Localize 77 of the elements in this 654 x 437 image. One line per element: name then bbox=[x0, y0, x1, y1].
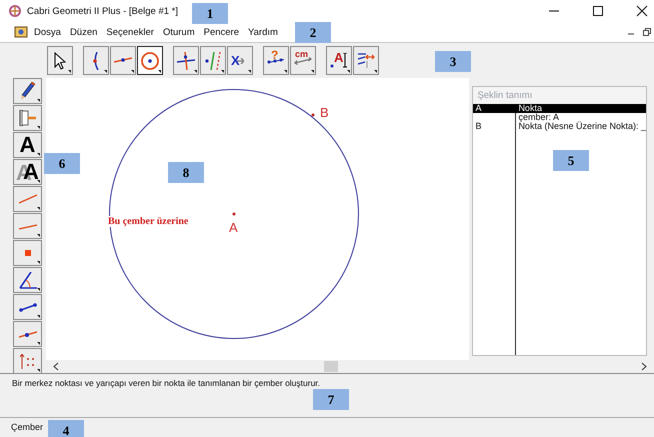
text-cursor-icon bbox=[330, 53, 348, 68]
object-description: Nokta bbox=[517, 104, 542, 113]
perpendicular-icon bbox=[177, 52, 195, 70]
line-icon bbox=[18, 194, 36, 204]
canvas-text: Bu çember üzerine bbox=[108, 216, 188, 227]
callout-label: 1 bbox=[192, 3, 228, 24]
tool-button[interactable]: A bbox=[326, 46, 352, 75]
tool-button[interactable] bbox=[13, 78, 42, 104]
tool-button[interactable] bbox=[173, 46, 199, 75]
description-row[interactable]: B Nokta (Nesne Üzerine Nokta): _ bbox=[473, 122, 646, 131]
object-description: çember: A bbox=[517, 113, 559, 122]
tool-glyph: X bbox=[231, 53, 240, 68]
status-text: Çember bbox=[11, 422, 44, 432]
tool-button[interactable] bbox=[47, 46, 73, 75]
panel-title: Şeklin tanımı bbox=[473, 87, 646, 104]
window-title: Cabri Geometri II Plus - [Belge #1 *] bbox=[27, 6, 178, 16]
callout-label: 7 bbox=[313, 389, 349, 410]
tool-glyph: A bbox=[22, 161, 39, 183]
tool-button[interactable]: A bbox=[13, 132, 42, 158]
square-icon bbox=[24, 250, 30, 256]
pencil-icon bbox=[20, 82, 34, 100]
menu-item[interactable]: Dosya bbox=[34, 26, 61, 38]
description-row[interactable]: A Nokta bbox=[473, 104, 646, 113]
grid-icon bbox=[20, 354, 35, 368]
line-point-icon bbox=[18, 330, 36, 338]
arrow-icon bbox=[54, 52, 66, 70]
tool-glyph: A bbox=[334, 50, 344, 65]
callout-label: 3 bbox=[435, 51, 471, 72]
scrollbar-thumb[interactable] bbox=[324, 361, 338, 372]
help-text: Bir merkez noktası ve yarıçapı veren bir nokta ile tanımlanan bir çember oluşturur. bbox=[12, 378, 320, 388]
object-name: A bbox=[474, 104, 482, 113]
tool-glyph: cm bbox=[295, 49, 308, 59]
tool-button[interactable] bbox=[353, 46, 379, 75]
menu-item[interactable]: Oturum bbox=[162, 26, 195, 38]
point[interactable] bbox=[232, 212, 236, 216]
point[interactable] bbox=[312, 114, 314, 116]
restore-icon[interactable] bbox=[642, 27, 652, 37]
tool-button[interactable] bbox=[13, 267, 42, 293]
menu-item[interactable]: Pencere bbox=[204, 26, 240, 38]
object-name: B bbox=[474, 122, 482, 131]
tool-glyph: ? bbox=[271, 48, 278, 62]
close-icon[interactable] bbox=[636, 5, 648, 17]
dots-icon bbox=[267, 58, 285, 64]
menu-item[interactable]: Düzen bbox=[70, 26, 98, 38]
app-icon bbox=[8, 4, 22, 18]
curve-icon bbox=[92, 52, 100, 70]
tool-button[interactable]: cm bbox=[290, 46, 316, 75]
object-description: Nokta (Nesne Üzerine Nokta): _ bbox=[517, 122, 646, 131]
angle-icon bbox=[18, 272, 36, 288]
tool-button[interactable]: A bbox=[13, 159, 42, 185]
tool-glyph: A bbox=[20, 134, 36, 156]
lines-icon bbox=[357, 53, 375, 68]
parallel-icon bbox=[205, 52, 221, 70]
circle-icon bbox=[141, 52, 159, 70]
tool-button[interactable] bbox=[83, 46, 109, 75]
document-icon bbox=[14, 25, 28, 39]
scroll-right-icon[interactable] bbox=[640, 362, 648, 371]
callout-label: 6 bbox=[44, 153, 80, 174]
bracket-icon bbox=[18, 110, 36, 126]
description-row[interactable]: çember: A bbox=[473, 113, 646, 122]
tool-button[interactable] bbox=[137, 46, 163, 75]
menu-item[interactable]: Yardım bbox=[248, 26, 278, 38]
tool-button[interactable] bbox=[13, 294, 42, 320]
segment-icon bbox=[114, 56, 132, 65]
tool-button[interactable] bbox=[13, 321, 42, 347]
menu-item[interactable]: Seçenekler bbox=[106, 26, 154, 38]
callout-label: 2 bbox=[295, 22, 331, 43]
point-label: B bbox=[320, 105, 329, 120]
maximize-icon[interactable] bbox=[592, 5, 604, 17]
segment-icon bbox=[18, 302, 36, 312]
tool-button[interactable] bbox=[13, 105, 42, 131]
callout-label: 4 bbox=[48, 420, 84, 437]
point-label: A bbox=[229, 220, 238, 235]
callout-label: 5 bbox=[553, 150, 589, 171]
callout-label: 8 bbox=[168, 162, 204, 183]
tool-button[interactable]: X bbox=[227, 46, 253, 75]
scroll-left-icon[interactable] bbox=[52, 362, 60, 371]
